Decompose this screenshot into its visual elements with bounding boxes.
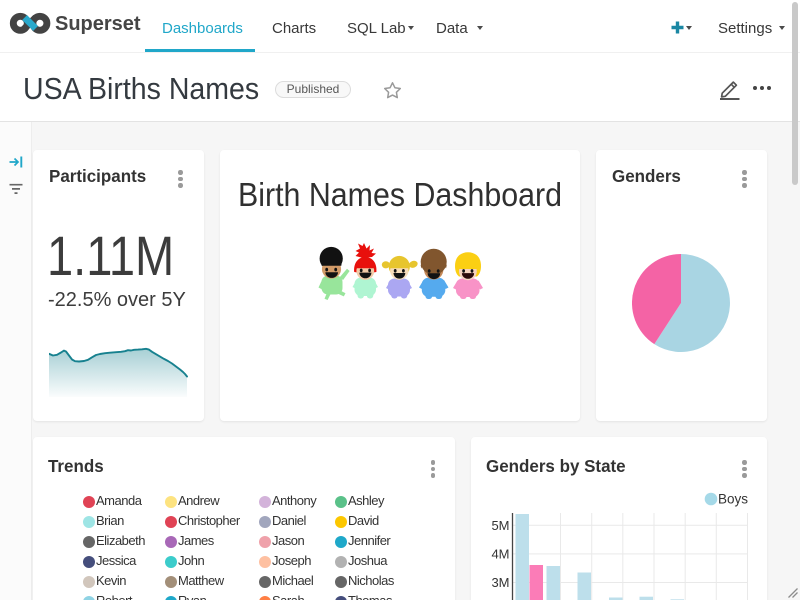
svg-text:5M: 5M — [491, 518, 509, 533]
svg-text:4M: 4M — [491, 547, 509, 562]
svg-text:Boys: Boys — [718, 492, 748, 507]
svg-text:3M: 3M — [491, 575, 509, 590]
